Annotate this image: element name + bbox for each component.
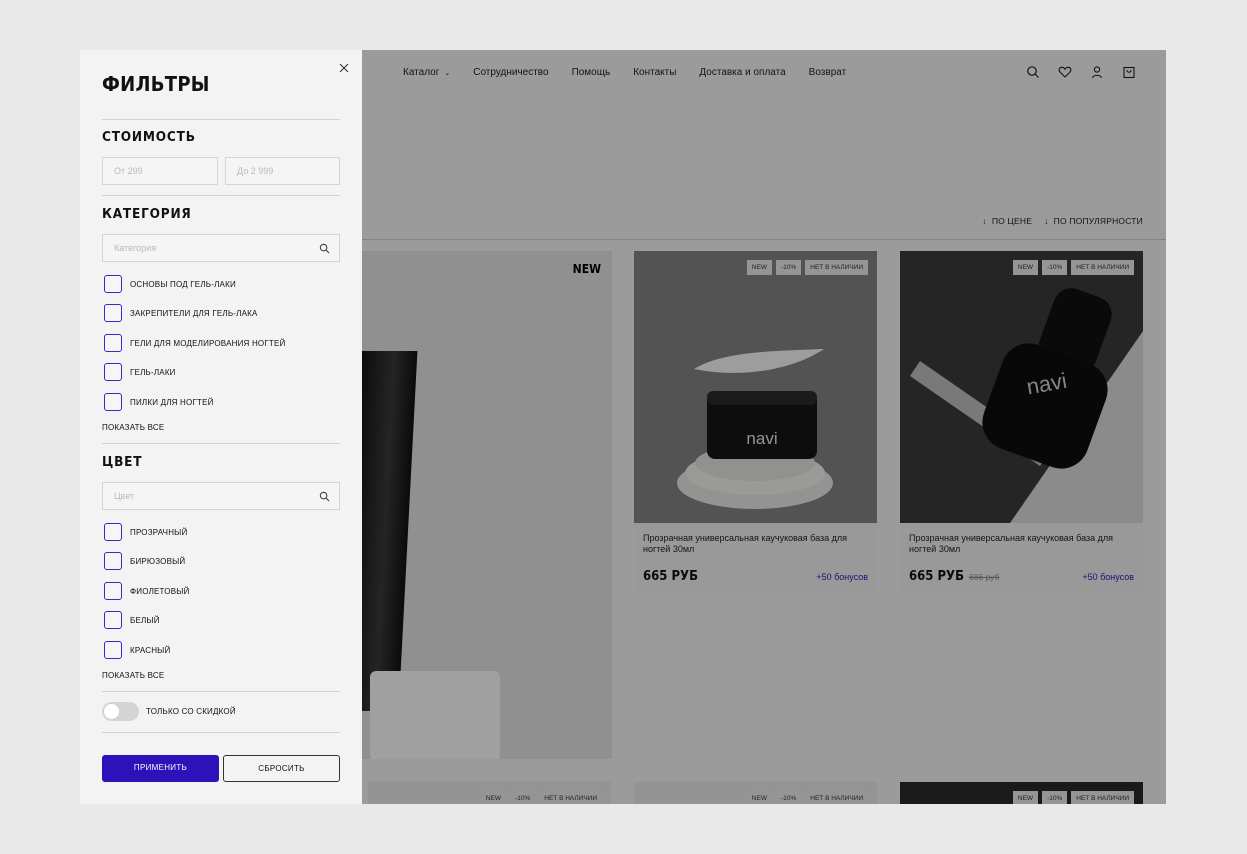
color-search-input[interactable]: Цвет — [102, 482, 340, 510]
checkbox[interactable] — [104, 275, 122, 293]
category-section-title: КАТЕГОРИЯ — [102, 206, 192, 222]
filter-title: ФИЛЬТРЫ — [102, 72, 210, 96]
category-search-input[interactable]: Категория — [102, 234, 340, 262]
discount-only-toggle[interactable] — [102, 702, 139, 721]
category-search-placeholder: Категория — [114, 243, 157, 253]
category-option[interactable]: пилки для ногтей — [104, 393, 214, 411]
price-from-input[interactable]: От 299 — [102, 157, 218, 185]
color-option[interactable]: белый — [104, 611, 160, 629]
color-section-title: ЦВЕТ — [102, 454, 143, 470]
color-show-all-link[interactable]: ПОКАЗАТЬ ВСЕ — [102, 671, 164, 680]
option-label: фиолетовый — [130, 586, 190, 596]
checkbox[interactable] — [104, 523, 122, 541]
checkbox[interactable] — [104, 393, 122, 411]
option-label: белый — [130, 615, 160, 625]
divider — [102, 732, 340, 733]
page-frame: Каталог ⌄ Сотрудничество Помощь Контакты … — [80, 50, 1166, 804]
divider — [102, 443, 340, 444]
filter-panel: ФИЛЬТРЫ СТОИМОСТЬ От 299 До 2 999 КАТЕГО… — [80, 50, 362, 804]
color-option[interactable]: фиолетовый — [104, 582, 189, 600]
toggle-knob — [104, 704, 119, 719]
category-option[interactable]: гели для моделирования ногтей — [104, 334, 285, 352]
price-to-input[interactable]: До 2 999 — [225, 157, 340, 185]
checkbox[interactable] — [104, 552, 122, 570]
option-label: основы под гель-лаки — [130, 279, 236, 289]
apply-button[interactable]: ПРИМЕНИТЬ — [102, 755, 219, 782]
category-option[interactable]: гель-лаки — [104, 363, 176, 381]
checkbox[interactable] — [104, 334, 122, 352]
search-icon[interactable] — [319, 491, 330, 502]
reset-button[interactable]: СБРОСИТЬ — [223, 755, 340, 782]
color-option[interactable]: прозрачный — [104, 523, 187, 541]
option-label: бирюзовый — [130, 556, 186, 566]
divider — [102, 119, 340, 120]
color-search-placeholder: Цвет — [114, 491, 135, 501]
checkbox[interactable] — [104, 611, 122, 629]
category-option[interactable]: закрепители для гель-лака — [104, 304, 258, 322]
divider — [102, 195, 340, 196]
option-label: красный — [130, 645, 171, 655]
option-label: гели для моделирования ногтей — [130, 338, 286, 348]
option-label: прозрачный — [130, 527, 188, 537]
checkbox[interactable] — [104, 641, 122, 659]
checkbox[interactable] — [104, 582, 122, 600]
color-option[interactable]: красный — [104, 641, 170, 659]
discount-only-label: ТОЛЬКО СО СКИДКОЙ — [146, 707, 236, 716]
category-show-all-link[interactable]: ПОКАЗАТЬ ВСЕ — [102, 423, 164, 432]
category-option[interactable]: основы под гель-лаки — [104, 275, 236, 293]
option-label: закрепители для гель-лака — [130, 308, 258, 318]
checkbox[interactable] — [104, 363, 122, 381]
option-label: гель-лаки — [130, 367, 176, 377]
color-option[interactable]: бирюзовый — [104, 552, 185, 570]
divider — [102, 691, 340, 692]
price-section-title: СТОИМОСТЬ — [102, 129, 196, 145]
checkbox[interactable] — [104, 304, 122, 322]
option-label: пилки для ногтей — [130, 397, 214, 407]
close-icon[interactable] — [338, 62, 350, 74]
search-icon[interactable] — [319, 243, 330, 254]
